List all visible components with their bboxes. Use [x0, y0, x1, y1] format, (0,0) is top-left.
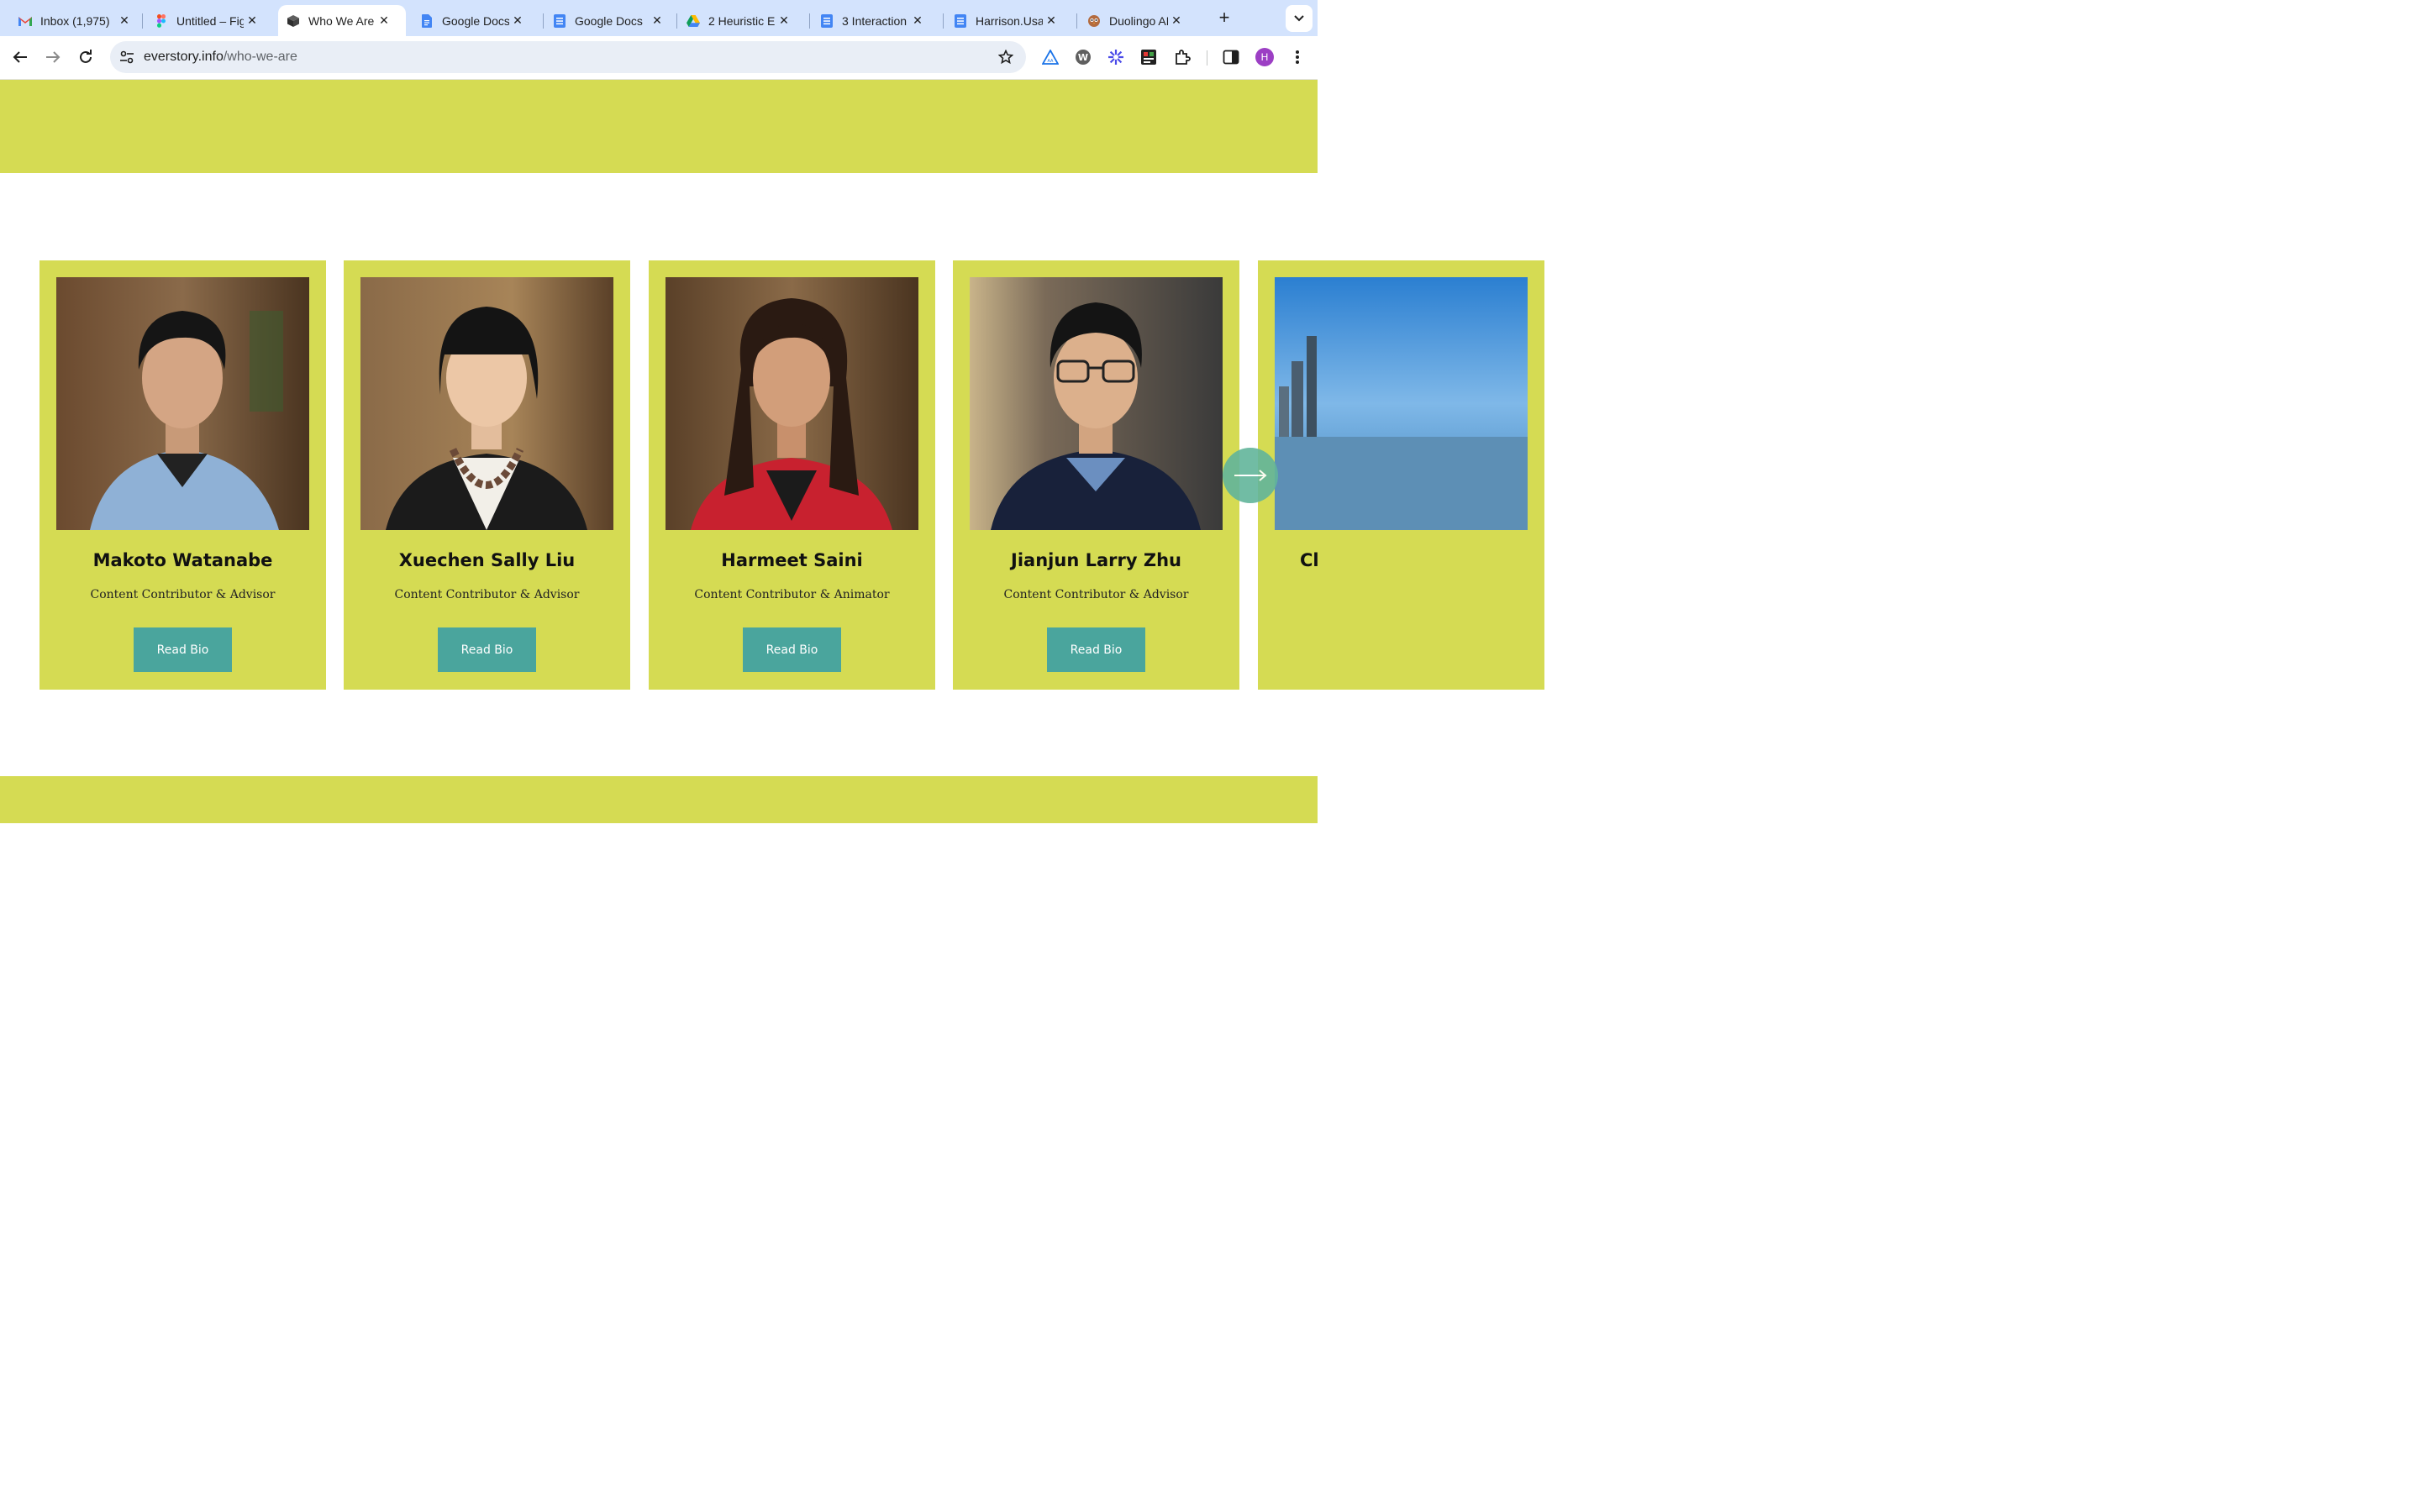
member-role: Content Contributor & Advisor — [394, 588, 580, 601]
member-name: Harmeet Saini — [721, 550, 863, 570]
read-bio-button[interactable]: Read Bio — [438, 627, 536, 672]
reload-icon — [80, 50, 92, 63]
extension-triangle-icon[interactable]: AA — [1041, 48, 1060, 66]
figma-icon — [155, 13, 168, 28]
google-drive-icon — [687, 14, 700, 28]
member-role: Content Contributor & Animator — [694, 588, 890, 601]
tab-interaction[interactable]: 3 Interaction ✕ — [812, 5, 938, 36]
close-icon[interactable]: ✕ — [376, 13, 392, 29]
member-name: Makoto Watanabe — [92, 550, 273, 570]
tab-who-we-are[interactable]: Who We Are ✕ — [278, 5, 406, 36]
profile-avatar[interactable]: H — [1255, 48, 1274, 66]
close-icon[interactable]: ✕ — [649, 13, 666, 29]
member-role: Content Contributor & Advisor — [1003, 588, 1189, 601]
site-settings-icon[interactable] — [118, 49, 135, 66]
portrait-photo — [360, 277, 613, 530]
portrait-photo — [970, 277, 1223, 530]
read-bio-button[interactable]: Read Bio — [743, 627, 841, 672]
member-name: Cl — [1300, 550, 1319, 570]
team-card: Makoto Watanabe Content Contributor & Ad… — [39, 260, 326, 690]
reload-button[interactable] — [76, 47, 96, 67]
close-icon[interactable]: ✕ — [909, 13, 926, 29]
tab-title: 2 Heuristic E — [708, 13, 776, 28]
member-name: Xuechen Sally Liu — [398, 550, 576, 570]
arrow-right-icon — [1234, 470, 1267, 481]
tab-duolingo[interactable]: Duolingo AB ✕ — [1079, 5, 1205, 36]
bookmark-star-icon[interactable] — [997, 49, 1014, 66]
extension-w-icon[interactable]: W — [1074, 48, 1092, 66]
tab-divider — [1076, 13, 1077, 29]
extension-asterisk-icon[interactable] — [1107, 48, 1125, 66]
tab-divider — [676, 13, 677, 29]
url-text: everstory.info/who-we-are — [144, 50, 297, 65]
tab-title: Who We Are — [308, 13, 375, 28]
new-tab-button[interactable]: + — [1214, 8, 1234, 29]
svg-text:W: W — [1078, 52, 1088, 63]
team-card: Xuechen Sally Liu Content Contributor & … — [344, 260, 630, 690]
tab-title: Duolingo AB — [1109, 13, 1168, 28]
close-icon[interactable]: ✕ — [509, 13, 526, 29]
close-icon[interactable]: ✕ — [244, 13, 260, 29]
tab-harrison[interactable]: Harrison.Usa ✕ — [945, 5, 1071, 36]
gmail-icon — [18, 14, 32, 28]
address-bar[interactable]: everstory.info/who-we-are — [110, 41, 1026, 73]
close-icon[interactable]: ✕ — [1168, 13, 1185, 29]
close-icon[interactable]: ✕ — [776, 13, 792, 29]
url-domain: everstory.info — [144, 50, 224, 64]
tab-heuristic[interactable]: 2 Heuristic E ✕ — [678, 5, 804, 36]
header-band — [0, 80, 1318, 173]
arrow-left-icon — [13, 51, 27, 63]
arrow-right-icon — [46, 51, 60, 63]
forward-button[interactable] — [43, 47, 63, 67]
portrait-photo — [56, 277, 309, 530]
close-icon[interactable]: ✕ — [1043, 13, 1060, 29]
browser-toolbar: everstory.info/who-we-are AA W H — [0, 36, 1318, 80]
svg-text:AA: AA — [1048, 59, 1055, 64]
tab-divider — [142, 13, 143, 29]
member-name: Jianjun Larry Zhu — [1011, 550, 1181, 570]
read-bio-button[interactable]: Read Bio — [1047, 627, 1145, 672]
tab-google-docs-2[interactable]: Google Docs ✕ — [544, 5, 671, 36]
team-card: Jianjun Larry Zhu Content Contributor & … — [953, 260, 1239, 690]
close-icon[interactable]: ✕ — [116, 13, 133, 29]
url-path: /who-we-are — [223, 50, 297, 64]
google-docs-icon — [954, 13, 967, 28]
tab-divider — [943, 13, 944, 29]
more-menu-icon[interactable] — [1288, 48, 1307, 66]
tab-divider — [809, 13, 810, 29]
tab-title: Google Docs — [575, 13, 643, 28]
portrait-photo — [666, 277, 918, 530]
tab-divider — [543, 13, 544, 29]
tab-figma[interactable]: Untitled – Figma ✕ — [146, 5, 272, 36]
side-panel-icon[interactable] — [1222, 48, 1240, 66]
extensions-puzzle-icon[interactable] — [1173, 48, 1192, 66]
tab-gmail[interactable]: Inbox (1,975) ✕ — [10, 5, 138, 36]
portrait-photo — [1275, 277, 1528, 530]
extension-eyedropper-icon[interactable] — [1139, 48, 1158, 66]
back-button[interactable] — [10, 47, 30, 67]
tab-search-button[interactable] — [1286, 5, 1313, 32]
google-docs-icon — [553, 13, 566, 28]
tab-title: Harrison.Usa — [976, 13, 1043, 28]
tab-title: Google Docs — [442, 13, 509, 28]
tab-title: Untitled – Figma — [176, 13, 244, 28]
member-role: Content Contributor & Advisor — [90, 588, 276, 601]
tab-title: Inbox (1,975) — [40, 13, 110, 28]
browser-tab-strip: Inbox (1,975) ✕ Untitled – Figma ✕ Who W… — [0, 0, 1318, 36]
site-cube-icon — [287, 14, 300, 28]
chevron-down-icon — [1294, 11, 1304, 26]
tab-google-docs-1[interactable]: Google Docs ✕ — [412, 5, 538, 36]
google-docs-icon — [420, 13, 434, 28]
footer-band — [0, 776, 1318, 823]
read-bio-button[interactable]: Read Bio — [134, 627, 232, 672]
team-card: Harmeet Saini Content Contributor & Anim… — [649, 260, 935, 690]
duolingo-icon — [1087, 14, 1101, 28]
carousel-next-button[interactable] — [1223, 448, 1278, 503]
team-card: Cl — [1258, 260, 1544, 690]
google-docs-icon — [820, 13, 834, 28]
tab-title: 3 Interaction — [842, 13, 908, 28]
